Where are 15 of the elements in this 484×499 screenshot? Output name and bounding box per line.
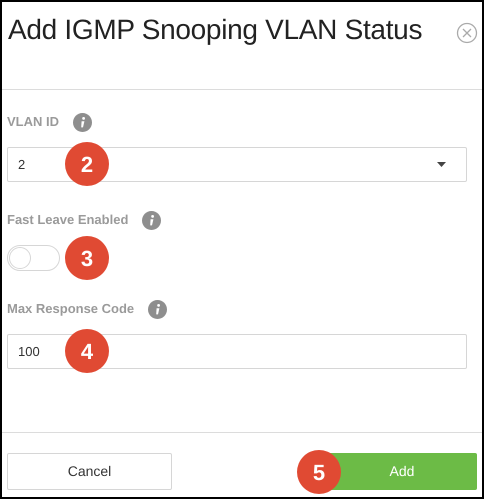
info-icon[interactable] (148, 300, 168, 318)
info-icon[interactable] (142, 210, 162, 230)
field-label: Fast Leave Enabled (7, 211, 128, 230)
caret-icon (437, 162, 446, 167)
step-badge: 2 (65, 142, 109, 186)
cancel-button[interactable]: Cancel (7, 453, 172, 490)
dialog-title: Add IGMP Snooping VLAN Status (8, 16, 422, 44)
toggle-switch[interactable] (7, 245, 60, 271)
field-label: Max Response Code (7, 300, 134, 318)
step-badge: 5 (297, 450, 341, 494)
info-icon[interactable] (73, 112, 92, 132)
close-icon[interactable] (456, 22, 478, 44)
field-label: VLAN ID (7, 113, 59, 132)
step-badge: 4 (65, 329, 109, 373)
step-badge: 3 (65, 236, 109, 280)
